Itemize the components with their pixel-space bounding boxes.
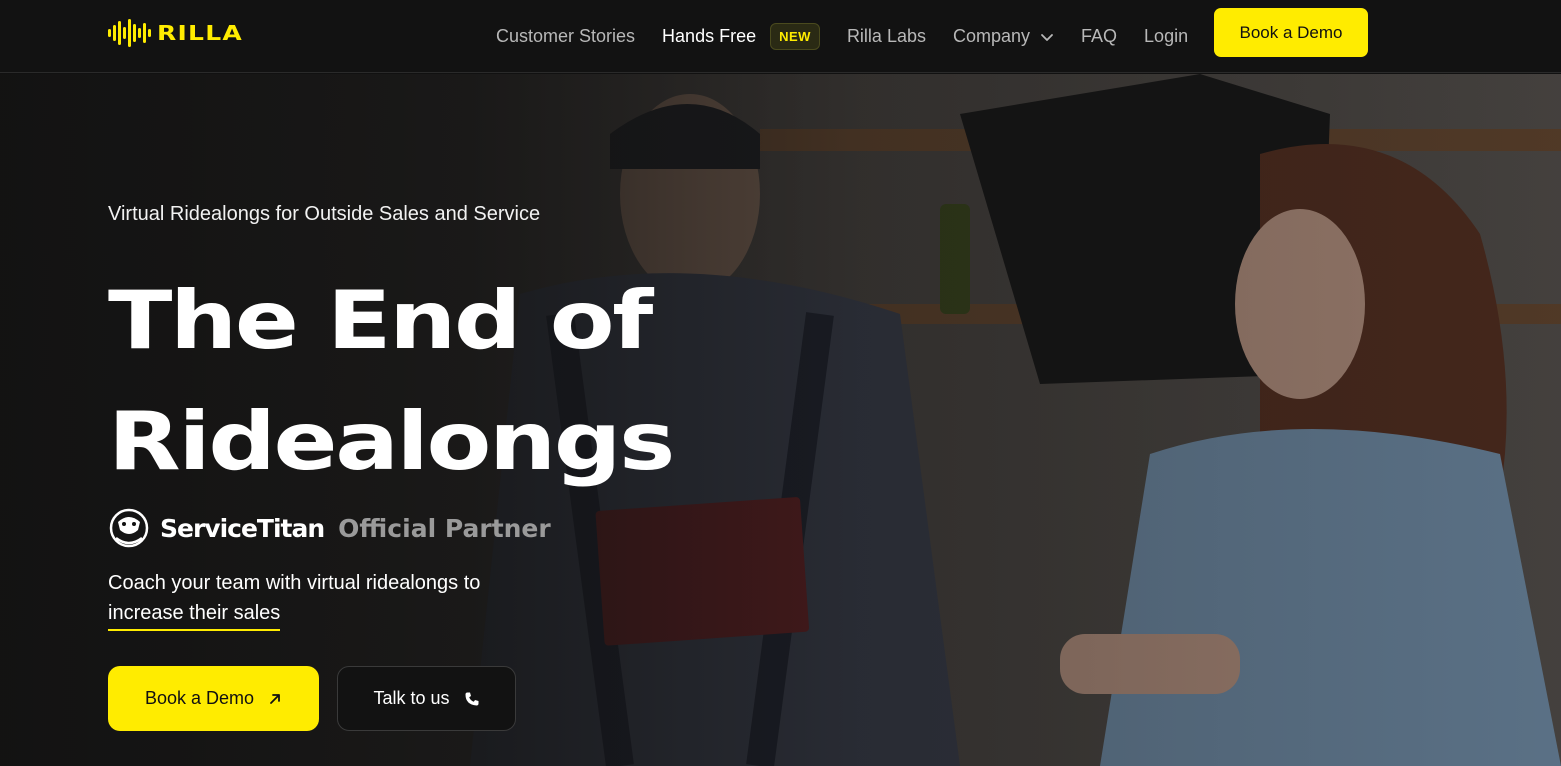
- nav-link-customer-stories[interactable]: Customer Stories: [496, 26, 635, 47]
- hero-headline: The End of Ridealongs: [108, 260, 675, 502]
- talk-to-us-label: Talk to us: [373, 688, 450, 708]
- nav-link-label: Hands Free: [662, 26, 757, 46]
- nav-link-faq[interactable]: FAQ: [1081, 26, 1117, 47]
- nav-links: Customer Stories Hands Free NEW Rilla La…: [496, 0, 1215, 73]
- talk-to-us-button[interactable]: Talk to us: [337, 666, 516, 731]
- rilla-logo-icon: [108, 19, 151, 47]
- servicetitan-logo-icon: [109, 508, 149, 548]
- nav-link-hands-free[interactable]: Hands Free NEW: [662, 23, 820, 50]
- headline-line-1: The End of: [108, 274, 653, 367]
- headline-line-2: Ridealongs: [108, 395, 675, 488]
- book-demo-button[interactable]: Book a Demo: [108, 666, 319, 731]
- hero-section: Virtual Ridealongs for Outside Sales and…: [0, 74, 1561, 766]
- partner-tag: Official Partner: [338, 513, 551, 543]
- nav-book-demo-button[interactable]: Book a Demo: [1214, 8, 1368, 57]
- arrow-up-right-icon: [270, 693, 280, 704]
- book-demo-label: Book a Demo: [144, 688, 255, 708]
- top-navigation: RILLA Customer Stories Hands Free NEW Ri…: [0, 0, 1561, 73]
- phone-icon: [465, 692, 479, 705]
- new-badge: NEW: [770, 23, 820, 50]
- subtitle-highlight: increase their sales: [108, 598, 281, 631]
- partner-name: ServiceTitan: [160, 513, 325, 543]
- subtitle-text: Coach your team with virtual ridealongs …: [108, 572, 481, 594]
- hero-eyebrow: Virtual Ridealongs for Outside Sales and…: [108, 203, 541, 225]
- chevron-down-icon: [1041, 33, 1053, 41]
- nav-link-rilla-labs[interactable]: Rilla Labs: [847, 26, 926, 47]
- nav-link-company[interactable]: Company: [953, 26, 1054, 47]
- hero-subtitle: Coach your team with virtual ridealongs …: [108, 568, 588, 631]
- logo-wordmark: RILLA: [157, 21, 244, 45]
- nav-link-label: Company: [952, 26, 1031, 46]
- nav-link-login[interactable]: Login: [1144, 26, 1188, 47]
- rilla-logo[interactable]: RILLA: [108, 18, 242, 48]
- partner-badge: ServiceTitan Official Partner: [108, 508, 551, 548]
